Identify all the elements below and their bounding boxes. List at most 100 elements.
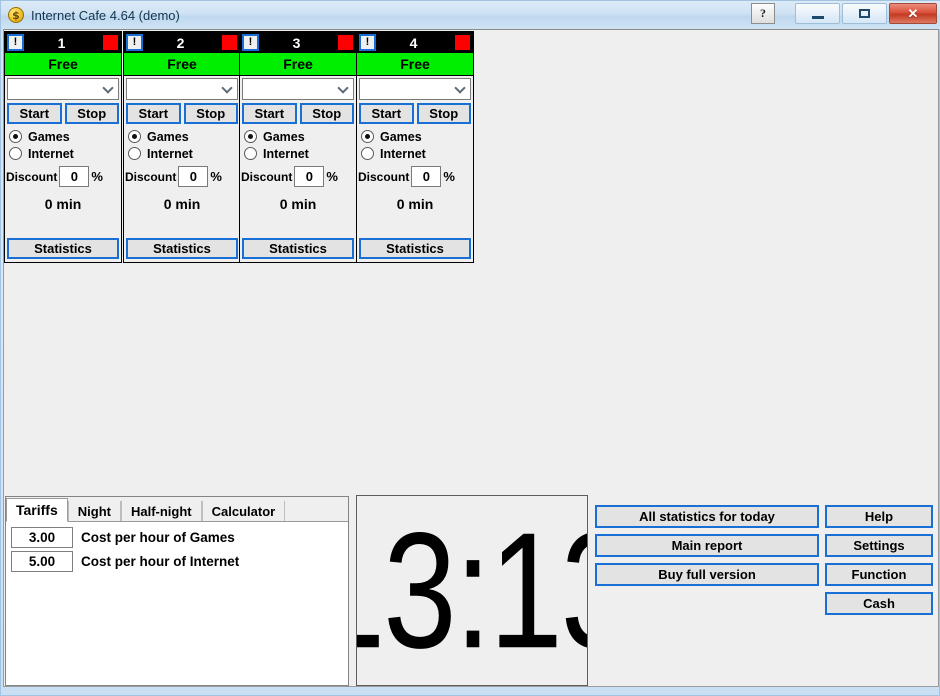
status-led-icon	[338, 35, 353, 50]
radio-games-label: Games	[380, 129, 422, 144]
warning-icon[interactable]: !	[7, 34, 24, 51]
tariff-row: 3.00 Cost per hour of Games	[11, 527, 348, 548]
station-status: Free	[240, 53, 356, 76]
station-status: Free	[124, 53, 240, 76]
application-window: $ Internet Cafe 4.64 (demo) ? ✕ ! 1 Free…	[0, 0, 940, 696]
clock-display: 13:13	[356, 495, 588, 686]
discount-label: Discount	[358, 169, 410, 184]
minimize-button[interactable]	[795, 3, 840, 24]
function-button[interactable]: Function	[825, 563, 933, 586]
stop-button[interactable]: Stop	[416, 103, 471, 124]
tab-half-night[interactable]: Half-night	[120, 501, 202, 521]
station-time: 0 min	[163, 196, 201, 212]
warning-icon[interactable]: !	[126, 34, 143, 51]
coin-dollar-icon: $	[8, 7, 24, 23]
mode-radio-group: Games Internet	[244, 128, 356, 162]
window-title: Internet Cafe 4.64 (demo)	[31, 7, 180, 23]
radio-games-icon	[9, 130, 22, 143]
station-time: 0 min	[44, 196, 82, 212]
status-led-icon	[455, 35, 470, 50]
tab-tariffs[interactable]: Tariffs	[6, 498, 68, 522]
radio-internet[interactable]: Internet	[9, 145, 121, 162]
all-statistics-today-button[interactable]: All statistics for today	[595, 505, 819, 528]
discount-label: Discount	[241, 169, 293, 184]
help-button[interactable]: ?	[751, 3, 775, 24]
start-button[interactable]: Start	[359, 103, 414, 124]
statistics-button[interactable]: Statistics	[126, 238, 238, 259]
discount-input[interactable]: 0	[294, 166, 325, 187]
discount-row: Discount 0 %	[358, 166, 473, 187]
window-controls: ? ✕	[751, 3, 937, 24]
discount-label: Discount	[125, 169, 177, 184]
station-time: 0 min	[279, 196, 317, 212]
tab-calculator[interactable]: Calculator	[201, 501, 286, 521]
radio-internet-label: Internet	[28, 146, 74, 161]
narrow-action-buttons: Help Settings Function Cash	[825, 505, 933, 621]
discount-row: Discount 0 %	[125, 166, 240, 187]
chevron-down-icon	[223, 84, 232, 93]
station-status: Free	[357, 53, 473, 76]
mode-radio-group: Games Internet	[9, 128, 121, 162]
tariff-value-games[interactable]: 3.00	[11, 527, 73, 548]
title-bar: $ Internet Cafe 4.64 (demo) ? ✕	[1, 1, 940, 29]
station-status: Free	[5, 53, 121, 76]
tab-night[interactable]: Night	[67, 501, 121, 521]
station-number: 2	[176, 34, 185, 51]
user-select[interactable]	[359, 78, 471, 100]
percent-label: %	[210, 169, 222, 184]
radio-games-label: Games	[28, 129, 70, 144]
start-button[interactable]: Start	[7, 103, 62, 124]
tariff-panel: Tariffs Night Half-night Calculator 3.00…	[5, 496, 349, 686]
radio-internet[interactable]: Internet	[244, 145, 356, 162]
radio-games[interactable]: Games	[9, 128, 121, 145]
radio-internet[interactable]: Internet	[361, 145, 473, 162]
tariff-rows: 3.00 Cost per hour of Games 5.00 Cost pe…	[6, 522, 348, 572]
radio-games[interactable]: Games	[128, 128, 240, 145]
settings-button[interactable]: Settings	[825, 534, 933, 557]
radio-games-label: Games	[263, 129, 305, 144]
radio-internet-label: Internet	[147, 146, 193, 161]
discount-input[interactable]: 0	[59, 166, 90, 187]
warning-icon[interactable]: !	[359, 34, 376, 51]
station-number: 1	[57, 34, 66, 51]
stop-button[interactable]: Stop	[64, 103, 119, 124]
user-select[interactable]	[7, 78, 119, 100]
client-area: ! 1 Free Start Stop Games Internet Disco…	[3, 29, 939, 687]
discount-row: Discount 0 %	[6, 166, 121, 187]
statistics-button[interactable]: Statistics	[7, 238, 119, 259]
stop-button[interactable]: Stop	[299, 103, 354, 124]
warning-icon[interactable]: !	[242, 34, 259, 51]
buy-full-version-button[interactable]: Buy full version	[595, 563, 819, 586]
chevron-down-icon	[339, 84, 348, 93]
chevron-down-icon	[104, 84, 113, 93]
mode-radio-group: Games Internet	[128, 128, 240, 162]
statistics-button[interactable]: Statistics	[242, 238, 354, 259]
main-report-button[interactable]: Main report	[595, 534, 819, 557]
stop-button[interactable]: Stop	[183, 103, 238, 124]
statistics-button[interactable]: Statistics	[359, 238, 471, 259]
radio-internet-icon	[361, 147, 374, 160]
radio-games[interactable]: Games	[244, 128, 356, 145]
user-select[interactable]	[126, 78, 238, 100]
radio-internet-icon	[9, 147, 22, 160]
discount-input[interactable]: 0	[411, 166, 442, 187]
radio-internet[interactable]: Internet	[128, 145, 240, 162]
station-header-4: ! 4	[357, 32, 473, 53]
station-number: 3	[292, 34, 301, 51]
radio-games-icon	[361, 130, 374, 143]
radio-games[interactable]: Games	[361, 128, 473, 145]
tariff-value-internet[interactable]: 5.00	[11, 551, 73, 572]
wide-action-buttons: All statistics for today Main report Buy…	[595, 505, 819, 592]
discount-input[interactable]: 0	[178, 166, 209, 187]
start-button[interactable]: Start	[126, 103, 181, 124]
discount-row: Discount 0 %	[241, 166, 356, 187]
tariff-tabstrip: Tariffs Night Half-night Calculator	[6, 497, 348, 522]
start-button[interactable]: Start	[242, 103, 297, 124]
radio-games-icon	[244, 130, 257, 143]
mode-radio-group: Games Internet	[361, 128, 473, 162]
close-button[interactable]: ✕	[889, 3, 937, 24]
help-action-button[interactable]: Help	[825, 505, 933, 528]
user-select[interactable]	[242, 78, 354, 100]
cash-button[interactable]: Cash	[825, 592, 933, 615]
maximize-button[interactable]	[842, 3, 887, 24]
